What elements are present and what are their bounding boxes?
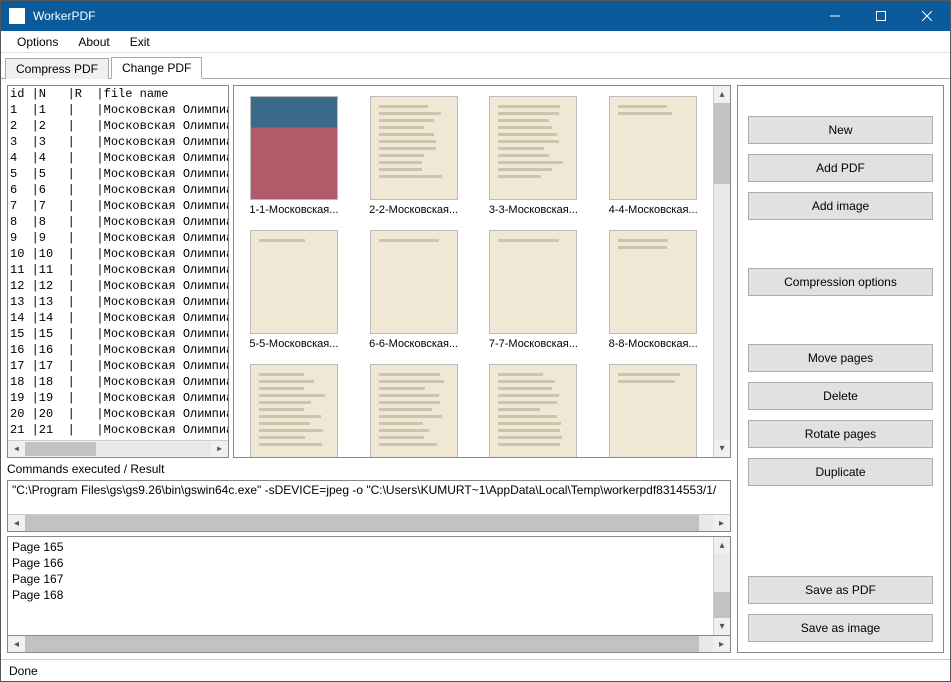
thumbnail-label: 5-5-Московская... [249,338,338,350]
page-thumbnail[interactable] [609,230,697,334]
result-output[interactable]: Page 165Page 166Page 167Page 168 ▴ ▾ [7,536,731,636]
thumbnail-item[interactable]: 9-9-Московская... [238,364,350,457]
actions-panel: New Add PDF Add image Compression option… [737,85,944,653]
thumbnail-label: 7-7-Московская... [489,338,578,350]
titlebar: WorkerPDF [1,1,950,31]
duplicate-button[interactable]: Duplicate [748,458,933,486]
result-line: Page 168 [12,587,709,603]
page-thumbnail[interactable] [489,364,577,457]
thumbnail-item[interactable]: 5-5-Московская... [238,230,350,350]
thumbnail-item[interactable]: 3-3-Московская... [478,96,590,216]
thumbs-vscroll[interactable]: ▴ ▾ [713,86,730,457]
page-list-hscroll[interactable]: ◂ ▸ [8,440,228,457]
thumbnail-item[interactable]: 10-10-Московск... [358,364,470,457]
scroll-down-icon[interactable]: ▾ [714,440,730,457]
command-hscroll[interactable]: ◂ ▸ [8,514,730,531]
thumbnail-item[interactable]: 7-7-Московская... [478,230,590,350]
command-output[interactable]: "C:\Program Files\gs\gs9.26\bin\gswin64c… [7,480,731,532]
result-vscroll[interactable]: ▴ ▾ [713,537,730,635]
delete-button[interactable]: Delete [748,382,933,410]
thumbnail-label: 4-4-Московская... [609,204,698,216]
page-thumbnail[interactable] [489,230,577,334]
page-thumbnail[interactable] [250,364,338,457]
page-thumbnail[interactable] [609,364,697,457]
save-as-image-button[interactable]: Save as image [748,614,933,642]
menu-about[interactable]: About [68,33,119,51]
window-title: WorkerPDF [33,9,812,23]
scroll-down-icon[interactable]: ▾ [714,618,730,635]
thumbnail-label: 2-2-Московская... [369,204,458,216]
thumbnail-item[interactable]: 2-2-Московская... [358,96,470,216]
thumbnail-item[interactable]: 12-12-Московск... [597,364,709,457]
app-icon [9,8,25,24]
thumbnail-label: 1-1-Московская... [249,204,338,216]
status-text: Done [9,664,38,678]
page-thumbnail[interactable] [489,96,577,200]
scroll-right-icon[interactable]: ▸ [211,441,228,457]
menu-exit[interactable]: Exit [120,33,160,51]
new-button[interactable]: New [748,116,933,144]
result-hscroll[interactable]: ◂ ▸ [7,636,731,653]
page-thumbnail[interactable] [370,230,458,334]
thumbnail-item[interactable]: 4-4-Московская... [597,96,709,216]
command-text: "C:\Program Files\gs\gs9.26\bin\gswin64c… [8,481,730,514]
scroll-right-icon[interactable]: ▸ [713,515,730,531]
scroll-up-icon[interactable]: ▴ [714,537,730,554]
page-thumbnail[interactable] [370,96,458,200]
thumbnail-label: 3-3-Московская... [489,204,578,216]
scroll-left-icon[interactable]: ◂ [8,441,25,457]
minimize-button[interactable] [812,1,858,31]
page-thumbnail[interactable] [250,96,338,200]
rotate-pages-button[interactable]: Rotate pages [748,420,933,448]
result-line: Page 167 [12,571,709,587]
commands-label: Commands executed / Result [7,462,731,476]
result-line: Page 166 [12,555,709,571]
close-button[interactable] [904,1,950,31]
tab-change-pdf[interactable]: Change PDF [111,57,202,79]
thumbnail-item[interactable]: 8-8-Московская... [597,230,709,350]
result-line: Page 165 [12,539,709,555]
compression-options-button[interactable]: Compression options [748,268,933,296]
scroll-left-icon[interactable]: ◂ [8,515,25,531]
menu-options[interactable]: Options [7,33,68,51]
page-thumbnail[interactable] [609,96,697,200]
add-pdf-button[interactable]: Add PDF [748,154,933,182]
maximize-button[interactable] [858,1,904,31]
tab-bar: Compress PDF Change PDF [1,55,950,79]
status-bar: Done [1,659,950,681]
scroll-up-icon[interactable]: ▴ [714,86,730,103]
scroll-right-icon[interactable]: ▸ [713,636,730,652]
add-image-button[interactable]: Add image [748,192,933,220]
tab-compress-pdf[interactable]: Compress PDF [5,58,109,79]
page-thumbnail[interactable] [370,364,458,457]
menu-bar: Options About Exit [1,31,950,53]
thumbnail-item[interactable]: 6-6-Московская... [358,230,470,350]
page-thumbnail[interactable] [250,230,338,334]
thumbnail-item[interactable]: 1-1-Московская... [238,96,350,216]
thumbnail-pane: 1-1-Московская... 2-2-Московская... 3-3-Мо… [233,85,731,458]
save-as-pdf-button[interactable]: Save as PDF [748,576,933,604]
page-list[interactable]: id |N |R |file name 1 |1 | |Московская О… [7,85,229,458]
scroll-left-icon[interactable]: ◂ [8,636,25,652]
move-pages-button[interactable]: Move pages [748,344,933,372]
thumbnail-item[interactable]: 11-11-Московск... [478,364,590,457]
thumbnail-label: 6-6-Московская... [369,338,458,350]
thumbnail-label: 8-8-Московская... [609,338,698,350]
